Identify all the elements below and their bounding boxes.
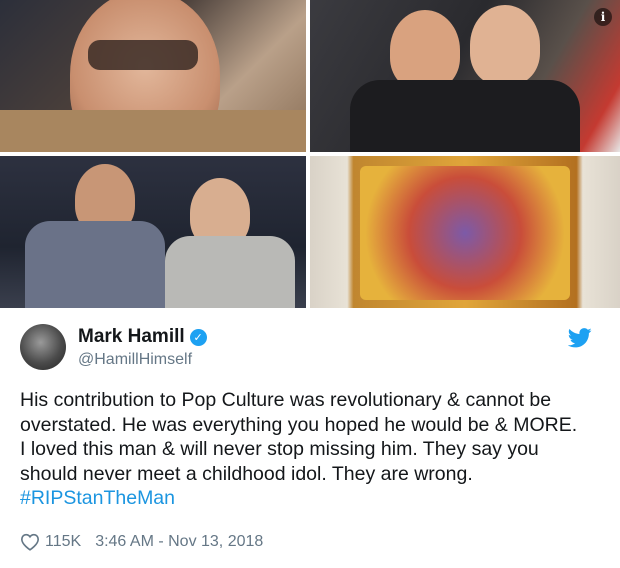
hashtag-link[interactable]: #RIPStanTheMan	[20, 487, 175, 509]
twitter-bird-icon[interactable]	[568, 328, 592, 348]
tweet-text-line: I loved this man & will never stop missi…	[20, 438, 539, 460]
author-name[interactable]: Mark Hamill	[78, 326, 185, 347]
avatar[interactable]	[20, 324, 66, 370]
comic-art-shape	[360, 166, 570, 300]
clothing-shape	[165, 236, 295, 308]
photo-hamill-stan-lee-event[interactable]: i	[310, 0, 620, 152]
tweet-header: Mark Hamill ✓ @HamillHimself	[20, 322, 600, 372]
heart-icon[interactable]	[20, 533, 40, 551]
tweet-text-line: overstated. He was everything you hoped …	[20, 413, 578, 436]
tweet-text-line: should never meet a childhood idol. They…	[20, 462, 473, 485]
clothing-shape	[25, 221, 165, 308]
tweet-text: His contribution to Pop Culture was revo…	[20, 388, 610, 511]
info-icon[interactable]: i	[594, 8, 612, 26]
tweet-card: i Mark Hamill ✓ @HamillHimself His contri…	[0, 0, 620, 568]
photo-hamill-stan-lee-interview[interactable]	[0, 156, 306, 308]
timestamp[interactable]: 3:46 AM - Nov 13, 2018	[95, 533, 263, 551]
sunglasses-shape	[88, 40, 198, 70]
photo-comic-artwork[interactable]	[310, 156, 620, 308]
tweet-footer: 115K 3:46 AM - Nov 13, 2018	[20, 530, 263, 554]
media-grid: i	[0, 0, 620, 312]
like-count[interactable]: 115K	[45, 533, 81, 551]
verified-badge-icon: ✓	[189, 329, 207, 346]
tweet-text-line: His contribution to Pop Culture was revo…	[20, 389, 552, 411]
photo-stan-lee-portrait[interactable]	[0, 0, 306, 152]
face-shape	[470, 5, 540, 85]
author-name-row[interactable]: Mark Hamill ✓	[78, 326, 207, 348]
author-handle[interactable]: @HamillHimself	[78, 351, 192, 369]
face-shape	[390, 10, 460, 90]
jacket-shape	[0, 110, 306, 152]
clothing-shape	[350, 80, 580, 152]
